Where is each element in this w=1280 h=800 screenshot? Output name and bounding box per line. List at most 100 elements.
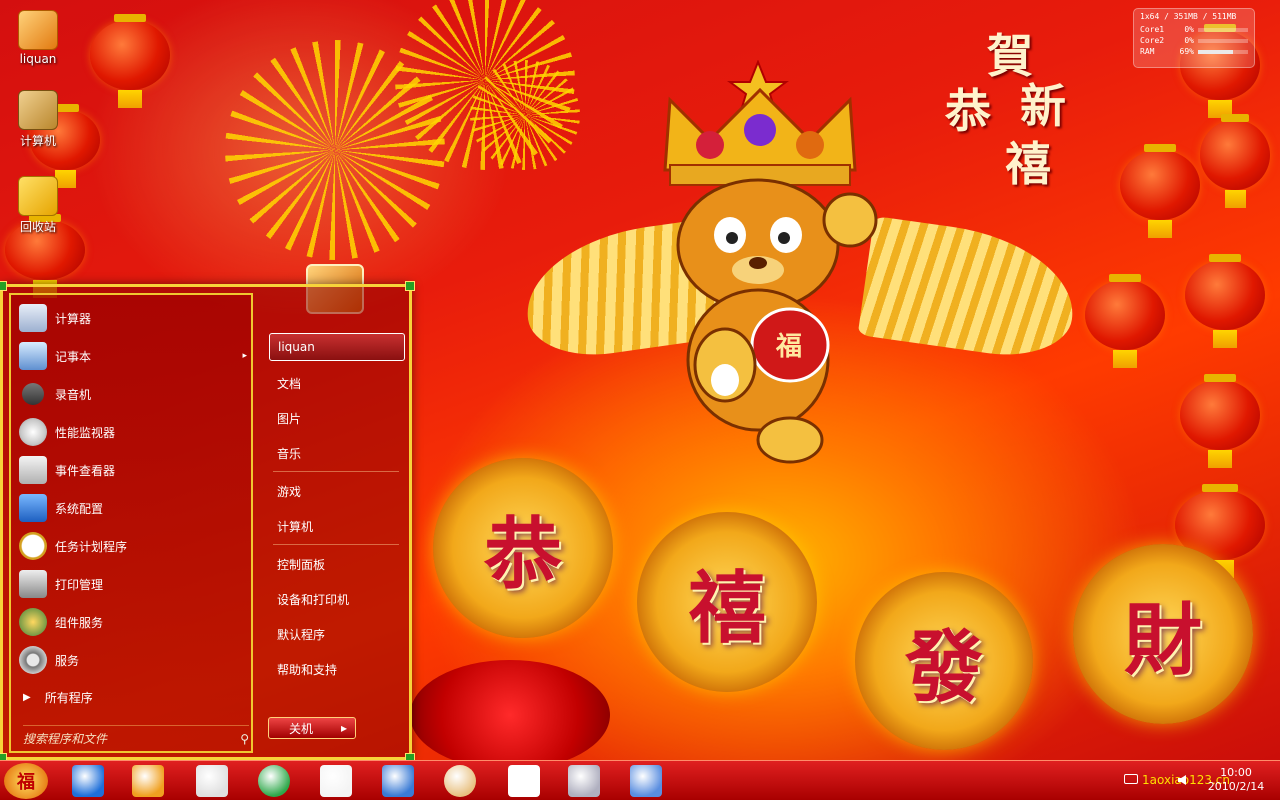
window-icon[interactable]: [630, 765, 662, 797]
lantern-decoration: [1180, 374, 1260, 468]
program-label: 事件查看器: [55, 463, 116, 478]
desktop-icon-label: liquan: [19, 52, 57, 66]
menu-corner-ornament: [405, 281, 415, 291]
start-menu-programs-pane: 计算器 记事本 ▸ 录音机 性能监视器 事件查看器 系统配置 任务计划程序 打印…: [9, 293, 253, 753]
chart-notepad-icon[interactable]: [320, 765, 352, 797]
desktop-icon-user[interactable]: liquan: [10, 10, 66, 66]
calligraphy-char: 新: [1020, 79, 1066, 133]
desktop-icon-recycle-bin[interactable]: 回收站: [10, 176, 66, 235]
menu-corner-ornament: [0, 281, 7, 291]
lantern-decoration: [1185, 254, 1265, 348]
all-programs-label: 所有程序: [44, 691, 93, 705]
picture-icon[interactable]: [568, 765, 600, 797]
search-input[interactable]: [23, 731, 213, 746]
fu-badge: 福: [776, 332, 803, 362]
program-component-services[interactable]: 组件服务: [19, 605, 249, 639]
start-orb-glyph: 福: [17, 772, 35, 793]
internet-explorer-icon[interactable]: [72, 765, 104, 797]
program-label: 打印管理: [55, 577, 104, 592]
submenu-arrow-icon: ▸: [242, 351, 247, 361]
shutdown-options-arrow-icon[interactable]: ▸: [341, 721, 347, 735]
taskbar: 福 1aoxiao123.cn 10:00 2010/2/14: [0, 760, 1280, 800]
paint-palette-icon[interactable]: [444, 765, 476, 797]
program-label: 录音机: [55, 387, 92, 402]
start-button[interactable]: 福: [4, 763, 48, 799]
place-documents[interactable]: 文档: [269, 369, 405, 397]
coin-char: 禧: [687, 563, 766, 654]
place-label: 文档: [277, 376, 302, 391]
gadget-row-label: Core2: [1140, 36, 1165, 45]
program-label: 任务计划程序: [55, 539, 128, 554]
gadget-row-value: 0%: [1184, 25, 1194, 34]
program-label: 系统配置: [55, 501, 104, 516]
shutdown-button[interactable]: 关机 ▸: [268, 717, 356, 739]
desktop-icon-label: 计算机: [19, 134, 56, 148]
place-label: 音乐: [277, 446, 302, 461]
coin-xi: 禧: [637, 512, 817, 692]
gadget-row: Core2 0%: [1140, 35, 1248, 46]
program-label: 组件服务: [55, 615, 104, 630]
wordpad-icon[interactable]: [508, 765, 540, 797]
recycle-bin-icon: [18, 176, 58, 216]
gadget-row-value: 69%: [1179, 47, 1194, 56]
gears-icon: [19, 646, 47, 674]
place-pictures[interactable]: 图片: [269, 404, 405, 432]
place-label: 控制面板: [277, 557, 326, 572]
menu-divider: [273, 471, 399, 472]
coin-char: 恭: [483, 509, 562, 600]
place-computer[interactable]: 计算机: [269, 512, 405, 540]
tiger-wing-right: [857, 215, 1083, 365]
clock-date: 2010/2/14: [1207, 780, 1265, 793]
system-monitor-gadget[interactable]: 1x64 / 351MB / 511MB Core1 0% Core2 0% R…: [1133, 8, 1255, 68]
place-label: 游戏: [277, 484, 302, 499]
place-label: 默认程序: [277, 627, 326, 642]
component-services-icon: [19, 608, 47, 636]
refresh-green-icon[interactable]: [258, 765, 290, 797]
start-menu-places-pane: liquan 文档 图片 音乐 游戏 计算机 控制面板 设备和打印机 默认程序 …: [261, 293, 407, 753]
program-event-viewer[interactable]: 事件查看器: [19, 453, 249, 487]
program-performance-monitor[interactable]: 性能监视器: [19, 415, 249, 449]
desktop-icon-label: 回收站: [19, 220, 56, 234]
place-label: 计算机: [277, 519, 314, 534]
calligraphy-greeting: 賀 恭 新 禧: [935, 20, 1085, 191]
lantern-decoration: [1120, 144, 1200, 238]
clock-icon: [19, 532, 47, 560]
calligraphy-char: 禧: [1005, 137, 1051, 191]
program-calculator[interactable]: 计算器: [19, 301, 249, 335]
place-help-support[interactable]: 帮助和支持: [269, 655, 405, 683]
place-default-programs[interactable]: 默认程序: [269, 620, 405, 648]
place-devices-printers[interactable]: 设备和打印机: [269, 585, 405, 613]
place-label: 帮助和支持: [277, 662, 338, 677]
place-control-panel[interactable]: 控制面板: [269, 550, 405, 578]
gadget-row: RAM 69%: [1140, 46, 1248, 57]
start-search-box: ⚲: [23, 725, 249, 749]
program-print-management[interactable]: 打印管理: [19, 567, 249, 601]
desktop-icon-computer[interactable]: 计算机: [10, 90, 66, 149]
gadget-meter: [1198, 27, 1248, 32]
printer-icon: [19, 570, 47, 598]
program-system-configuration[interactable]: 系统配置: [19, 491, 249, 525]
program-notepad[interactable]: 记事本 ▸: [19, 339, 249, 373]
search-icon[interactable]: ⚲: [240, 732, 249, 746]
remote-desktop-icon[interactable]: [382, 765, 414, 797]
place-games[interactable]: 游戏: [269, 477, 405, 505]
gadget-row-value: 0%: [1184, 36, 1194, 45]
coin-cai: 財: [1073, 544, 1253, 724]
computer-icon: [18, 90, 58, 130]
program-services[interactable]: 服务: [19, 643, 249, 677]
program-sound-recorder[interactable]: 录音机: [19, 377, 249, 411]
all-programs-button[interactable]: ▶ 所有程序: [23, 689, 93, 706]
place-user-folder[interactable]: liquan: [269, 333, 405, 361]
calligraphy-char: 恭: [945, 84, 991, 138]
paint-brush-icon[interactable]: [196, 765, 228, 797]
program-label: 记事本: [55, 349, 92, 364]
keyboard-icon[interactable]: [1124, 774, 1138, 784]
system-tray: 1aoxiao123.cn 10:00 2010/2/14: [1120, 761, 1280, 800]
place-music[interactable]: 音乐: [269, 439, 405, 467]
tray-clock[interactable]: 10:00 2010/2/14: [1206, 766, 1266, 794]
program-label: 计算器: [55, 311, 92, 326]
media-player-icon[interactable]: [132, 765, 164, 797]
firework-decoration: [470, 60, 580, 170]
program-task-scheduler[interactable]: 任务计划程序: [19, 529, 249, 563]
coin-char: 發: [904, 622, 983, 713]
